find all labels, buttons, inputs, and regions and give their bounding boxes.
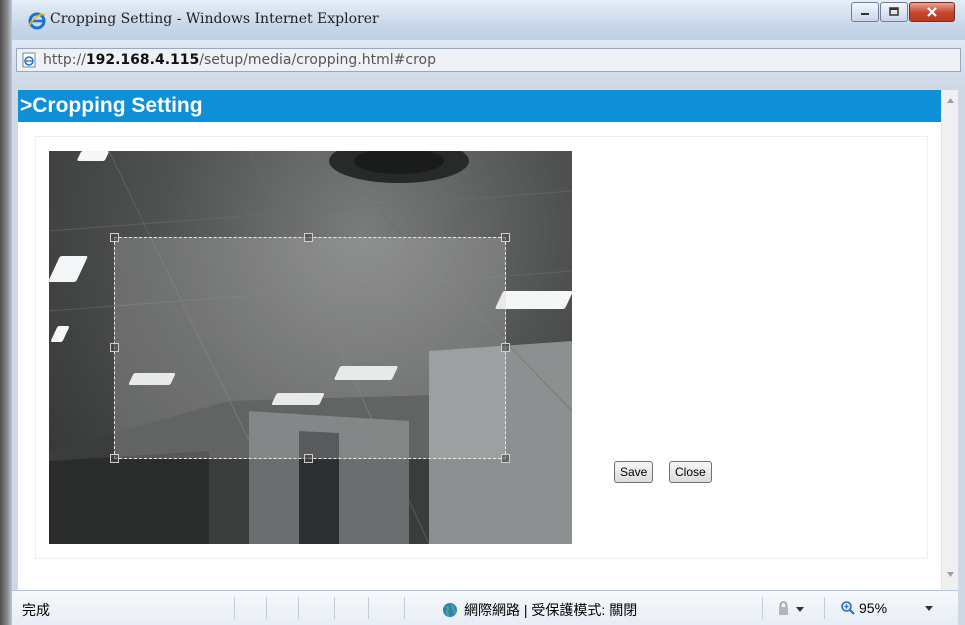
ie-logo-icon (28, 12, 46, 30)
page-content: >Cropping Setting Save Close (18, 90, 941, 590)
status-text: 完成 (22, 602, 50, 618)
close-icon (927, 7, 937, 17)
lock-icon[interactable] (776, 601, 806, 617)
page-title: >Cropping Setting (18, 90, 941, 122)
status-divider (298, 597, 299, 619)
crop-handle-bottom-left[interactable] (110, 454, 119, 463)
address-bar: http://192.168.4.115/setup/media/croppin… (12, 40, 965, 82)
url-prefix: http:// (43, 52, 86, 68)
crop-handle-bottom-right[interactable] (501, 454, 510, 463)
status-bar: 完成 網際網路 | 受保護模式: 關閉 95% (12, 590, 958, 625)
status-divider (762, 597, 763, 619)
scroll-up-icon[interactable] (946, 96, 955, 105)
crop-region[interactable] (114, 237, 506, 459)
zoom-level: 95% (859, 600, 888, 616)
ceiling-light (76, 151, 110, 161)
status-divider (404, 597, 405, 619)
ceiling-light (494, 291, 572, 309)
close-window-button[interactable] (909, 2, 955, 22)
maximize-icon (889, 7, 899, 16)
url-path: /setup/media/cropping.html#crop (199, 52, 436, 68)
globe-icon (443, 603, 457, 617)
crop-handle-middle-right[interactable] (501, 343, 510, 352)
window-title: Cropping Setting - Windows Internet Expl… (50, 11, 379, 27)
scroll-down-icon[interactable] (946, 570, 955, 579)
security-zone[interactable]: 網際網路 | 受保護模式: 關閉 (442, 600, 637, 620)
vertical-scrollbar[interactable] (941, 90, 958, 590)
maximize-button[interactable] (880, 2, 908, 22)
page-icon (22, 52, 36, 68)
crop-handle-bottom-center[interactable] (304, 454, 313, 463)
status-divider (266, 597, 267, 619)
url-host: 192.168.4.115 (85, 52, 200, 68)
crop-handle-top-right[interactable] (501, 233, 510, 242)
url-field[interactable]: http://192.168.4.115/setup/media/croppin… (16, 48, 961, 72)
crop-handle-middle-left[interactable] (110, 343, 119, 352)
magnifier-icon (841, 601, 855, 615)
title-bar: Cropping Setting - Windows Internet Expl… (12, 0, 965, 40)
status-divider (334, 597, 335, 619)
url-text: http://192.168.4.115/setup/media/croppin… (43, 52, 436, 68)
window-controls (850, 2, 955, 24)
browser-window: Cropping Setting - Windows Internet Expl… (0, 0, 965, 625)
chevron-down-icon[interactable] (924, 605, 934, 613)
close-button[interactable]: Close (669, 461, 712, 483)
status-divider (368, 597, 369, 619)
save-button[interactable]: Save (614, 461, 654, 483)
crop-handle-top-center[interactable] (304, 233, 313, 242)
zone-label: 網際網路 | 受保護模式: 關閉 (464, 602, 638, 618)
crop-handle-top-left[interactable] (110, 233, 119, 242)
minimize-button[interactable] (851, 2, 879, 22)
minimize-icon (861, 13, 869, 15)
status-divider (234, 597, 235, 619)
camera-preview (49, 151, 572, 544)
zoom-control[interactable]: 95% (840, 600, 887, 616)
status-divider (824, 597, 825, 619)
window-edge (0, 0, 12, 625)
window-edge-right (958, 82, 965, 625)
